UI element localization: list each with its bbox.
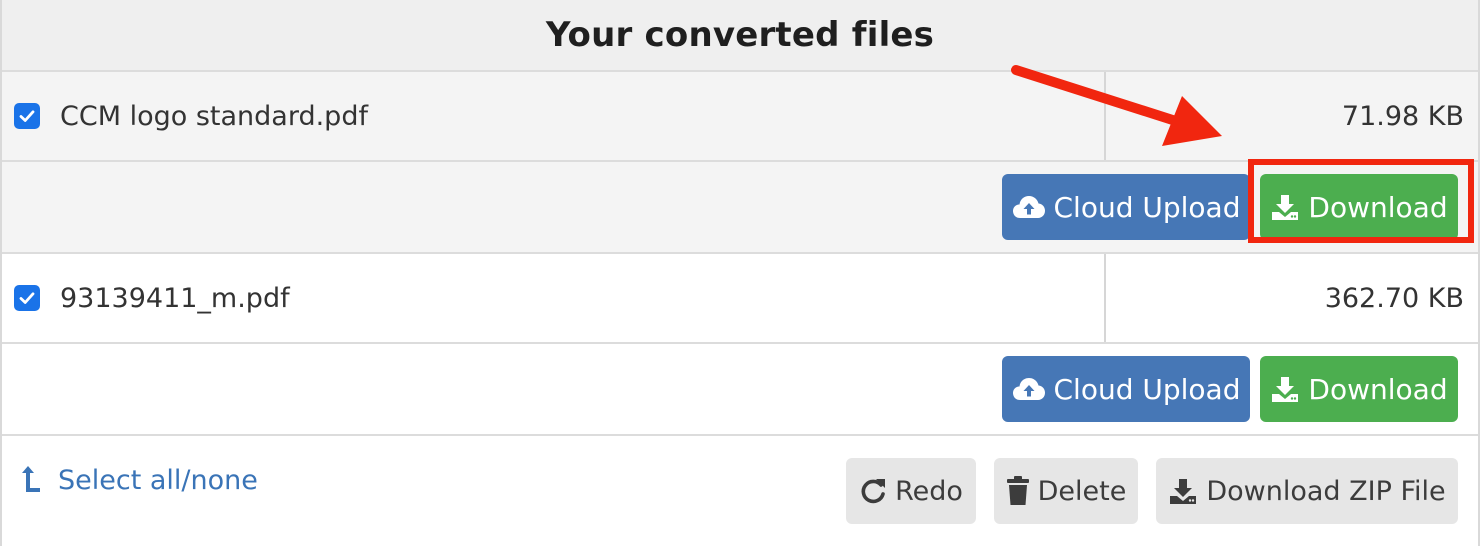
file-row: CCM logo standard.pdf 71.98 KB bbox=[2, 72, 1478, 162]
delete-button[interactable]: Delete bbox=[994, 458, 1138, 524]
download-icon bbox=[1272, 195, 1299, 220]
redo-button[interactable]: Redo bbox=[846, 458, 976, 524]
file-name: 93139411_m.pdf bbox=[60, 282, 290, 314]
file-size: 71.98 KB bbox=[1341, 100, 1464, 132]
cloud-upload-button[interactable]: Cloud Upload bbox=[1002, 356, 1250, 422]
file-name: CCM logo standard.pdf bbox=[60, 100, 368, 132]
check-icon bbox=[19, 292, 35, 304]
select-all-none-link[interactable]: Select all/none bbox=[20, 464, 258, 496]
file-size: 362.70 KB bbox=[1324, 282, 1464, 314]
redo-icon bbox=[861, 479, 886, 504]
select-arrow-icon bbox=[22, 466, 40, 492]
download-icon bbox=[1170, 479, 1197, 504]
cloud-upload-button[interactable]: Cloud Upload bbox=[1002, 174, 1250, 240]
download-zip-button[interactable]: Download ZIP File bbox=[1156, 458, 1458, 524]
file-name-cell: CCM logo standard.pdf bbox=[2, 72, 1106, 160]
file-actions-row: Cloud Upload Download bbox=[2, 162, 1478, 254]
file-checkbox[interactable] bbox=[14, 103, 40, 129]
download-zip-label: Download ZIP File bbox=[1206, 475, 1446, 507]
file-name-cell: 93139411_m.pdf bbox=[2, 254, 1106, 342]
select-all-label: Select all/none bbox=[58, 464, 258, 496]
download-label: Download bbox=[1308, 190, 1448, 224]
cloud-upload-label: Cloud Upload bbox=[1053, 372, 1241, 406]
panel-header: Your converted files bbox=[2, 0, 1478, 72]
cloud-upload-icon bbox=[1012, 378, 1045, 400]
download-icon bbox=[1272, 377, 1299, 402]
page-title: Your converted files bbox=[545, 15, 935, 55]
trash-icon bbox=[1006, 476, 1029, 505]
download-button[interactable]: Download bbox=[1260, 356, 1458, 422]
file-checkbox[interactable] bbox=[14, 285, 40, 311]
panel-footer: Select all/none Redo Delete Download ZIP… bbox=[2, 436, 1478, 546]
check-icon bbox=[19, 110, 35, 122]
delete-label: Delete bbox=[1037, 475, 1127, 507]
converted-files-panel: Your converted files CCM logo standard.p… bbox=[0, 0, 1480, 546]
file-actions-row: Cloud Upload Download bbox=[2, 344, 1478, 436]
download-label: Download bbox=[1308, 372, 1448, 406]
cloud-upload-label: Cloud Upload bbox=[1053, 190, 1241, 224]
download-button[interactable]: Download bbox=[1260, 174, 1458, 240]
cloud-upload-icon bbox=[1012, 196, 1045, 218]
file-row: 93139411_m.pdf 362.70 KB bbox=[2, 254, 1478, 344]
redo-label: Redo bbox=[895, 475, 963, 507]
